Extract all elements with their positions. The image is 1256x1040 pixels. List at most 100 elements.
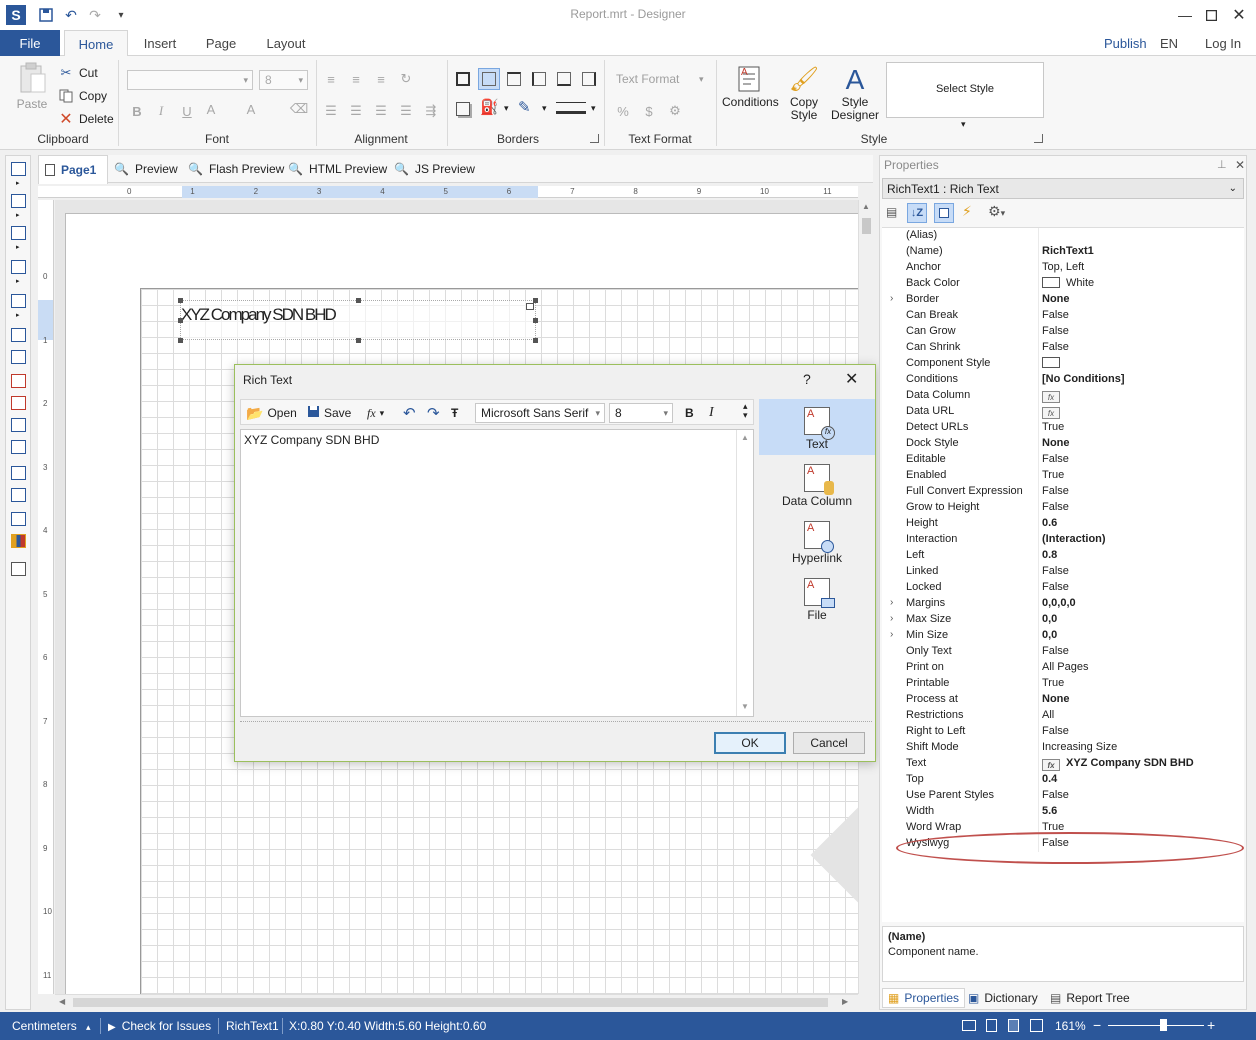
- property-row[interactable]: Process at None: [882, 692, 1244, 708]
- open-button[interactable]: 📂 Open: [246, 403, 297, 423]
- properties-view-icon[interactable]: [934, 203, 954, 223]
- justify-icon[interactable]: ☰: [397, 102, 415, 120]
- property-value[interactable]: None: [1042, 693, 1070, 705]
- property-row[interactable]: Shift Mode Increasing Size: [882, 740, 1244, 756]
- scroll-down-icon[interactable]: ▼: [741, 702, 749, 711]
- expression-button[interactable]: fx ▾: [367, 403, 384, 423]
- chevron-down-icon[interactable]: ▾: [699, 74, 704, 85]
- property-value[interactable]: False: [1042, 645, 1069, 657]
- settings-icon[interactable]: ⚙▾: [988, 203, 1005, 220]
- zoom-slider-thumb[interactable]: [1160, 1019, 1167, 1031]
- barcode-icon[interactable]: [11, 466, 26, 480]
- property-row[interactable]: Print on All Pages: [882, 660, 1244, 676]
- save-button[interactable]: Save: [307, 403, 351, 423]
- view-width-icon[interactable]: [1008, 1019, 1019, 1032]
- paste-button[interactable]: Paste: [14, 62, 50, 111]
- tab-report-tree[interactable]: ▤ Report Tree: [1050, 988, 1130, 1008]
- align-top-icon[interactable]: ≡: [322, 70, 340, 88]
- scroll-up-icon[interactable]: ▲: [741, 433, 749, 442]
- property-value[interactable]: 0,0: [1042, 629, 1057, 641]
- font-size-combo[interactable]: 8: [259, 70, 308, 90]
- property-value[interactable]: (Interaction): [1042, 533, 1106, 545]
- bold-button[interactable]: B: [685, 403, 694, 423]
- property-value[interactable]: Top, Left: [1042, 261, 1084, 273]
- toolbar-overflow-icon[interactable]: ▴ ▾: [743, 402, 748, 420]
- property-value[interactable]: False: [1042, 341, 1069, 353]
- property-value[interactable]: False: [1042, 485, 1069, 497]
- property-row[interactable]: Restrictions All: [882, 708, 1244, 724]
- sidebar-item-data-column[interactable]: A Data Column: [759, 456, 875, 512]
- property-row[interactable]: Editable False: [882, 452, 1244, 468]
- property-value[interactable]: fx XYZ Company SDN BHD: [1042, 757, 1194, 771]
- expand-icon[interactable]: ▸: [16, 277, 20, 285]
- tab-dictionary[interactable]: ▣ Dictionary: [968, 988, 1038, 1008]
- property-row[interactable]: Anchor Top, Left: [882, 260, 1244, 276]
- sidebar-item-file[interactable]: A File: [759, 570, 875, 626]
- border-bottom-icon[interactable]: [557, 72, 571, 86]
- copy-style-button[interactable]: 🖌 Copy Style: [782, 62, 826, 122]
- tab-js-preview[interactable]: 🔍 JS Preview: [394, 155, 475, 183]
- align-center-icon[interactable]: ☰: [347, 102, 365, 120]
- language-selector[interactable]: EN: [1160, 36, 1178, 51]
- property-row[interactable]: Text fx XYZ Company SDN BHD: [882, 756, 1244, 772]
- property-row[interactable]: Data URL fx: [882, 404, 1244, 420]
- tab-layout[interactable]: Layout: [258, 30, 314, 56]
- tools-icon[interactable]: [11, 562, 26, 576]
- tab-insert[interactable]: Insert: [134, 30, 186, 56]
- chevron-down-icon[interactable]: ▾: [504, 103, 509, 114]
- zoom-out-icon[interactable]: −: [1093, 1017, 1101, 1033]
- property-row[interactable]: (Name) RichText1: [882, 244, 1244, 260]
- property-row[interactable]: Detect URLs True: [882, 420, 1244, 436]
- property-value[interactable]: fx: [1042, 389, 1066, 403]
- units-selector[interactable]: Centimeters ▴: [12, 1019, 91, 1033]
- borders-dialog-launcher[interactable]: [590, 134, 599, 143]
- tab-properties[interactable]: ▦ Properties: [882, 988, 966, 1008]
- resize-handle[interactable]: [178, 318, 183, 323]
- text-icon[interactable]: [11, 328, 26, 342]
- redo-button[interactable]: ↷: [427, 403, 440, 423]
- image-icon[interactable]: [11, 396, 26, 410]
- word-wrap-icon[interactable]: ⇶: [422, 102, 440, 120]
- property-row[interactable]: Width 5.6: [882, 804, 1244, 820]
- richtext-component[interactable]: XYZ Company SDN BHD: [178, 298, 538, 343]
- panel-icon[interactable]: [11, 418, 26, 432]
- property-value[interactable]: RichText1: [1042, 245, 1094, 257]
- check-issues-button[interactable]: ▶ Check for Issues: [108, 1019, 211, 1033]
- close-button[interactable]: ✕: [1224, 0, 1254, 30]
- component-selector[interactable]: RichText1 : Rich Text ⌄: [882, 178, 1244, 199]
- shadow-icon[interactable]: [456, 102, 470, 116]
- resize-handle[interactable]: [533, 298, 538, 303]
- table-icon[interactable]: [11, 440, 26, 454]
- style-designer-button[interactable]: A Style Designer: [830, 62, 880, 122]
- scroll-thumb[interactable]: [862, 218, 871, 234]
- fill-color-icon[interactable]: ⛽: [480, 98, 499, 116]
- property-row[interactable]: Data Column fx: [882, 388, 1244, 404]
- undo-button[interactable]: ↶: [403, 403, 416, 423]
- clear-format-button[interactable]: Ŧ: [451, 403, 458, 423]
- font-color-icon[interactable]: A: [242, 100, 260, 118]
- property-row[interactable]: Use Parent Styles False: [882, 788, 1244, 804]
- chevron-down-icon[interactable]: ▾: [591, 103, 596, 114]
- property-value[interactable]: False: [1042, 501, 1069, 513]
- property-value[interactable]: True: [1042, 421, 1064, 433]
- rich-text-editor[interactable]: XYZ Company SDN BHD ▲ ▼: [240, 429, 754, 717]
- property-value[interactable]: False: [1042, 309, 1069, 321]
- view-page-icon[interactable]: [986, 1019, 997, 1032]
- report-title-band-icon[interactable]: [11, 162, 26, 176]
- tab-page[interactable]: Page: [196, 30, 246, 56]
- rotate-icon[interactable]: ↻: [397, 70, 415, 88]
- zoom-slider[interactable]: [1108, 1025, 1204, 1026]
- view-normal-icon[interactable]: [962, 1020, 976, 1031]
- copy-button[interactable]: Copy: [58, 87, 107, 105]
- expand-icon[interactable]: ▸: [16, 243, 20, 251]
- scroll-up-icon[interactable]: ▲: [862, 202, 870, 211]
- richtext-icon[interactable]: [11, 374, 26, 388]
- align-left-icon[interactable]: ☰: [322, 102, 340, 120]
- checkbox-icon[interactable]: [11, 488, 26, 502]
- property-value[interactable]: 0.8: [1042, 549, 1057, 561]
- sidebar-item-text[interactable]: Afx Text: [759, 399, 875, 455]
- border-left-icon[interactable]: [532, 72, 546, 86]
- scroll-left-icon[interactable]: ◀: [59, 997, 65, 1006]
- property-row[interactable]: Can Shrink False: [882, 340, 1244, 356]
- property-row[interactable]: Printable True: [882, 676, 1244, 692]
